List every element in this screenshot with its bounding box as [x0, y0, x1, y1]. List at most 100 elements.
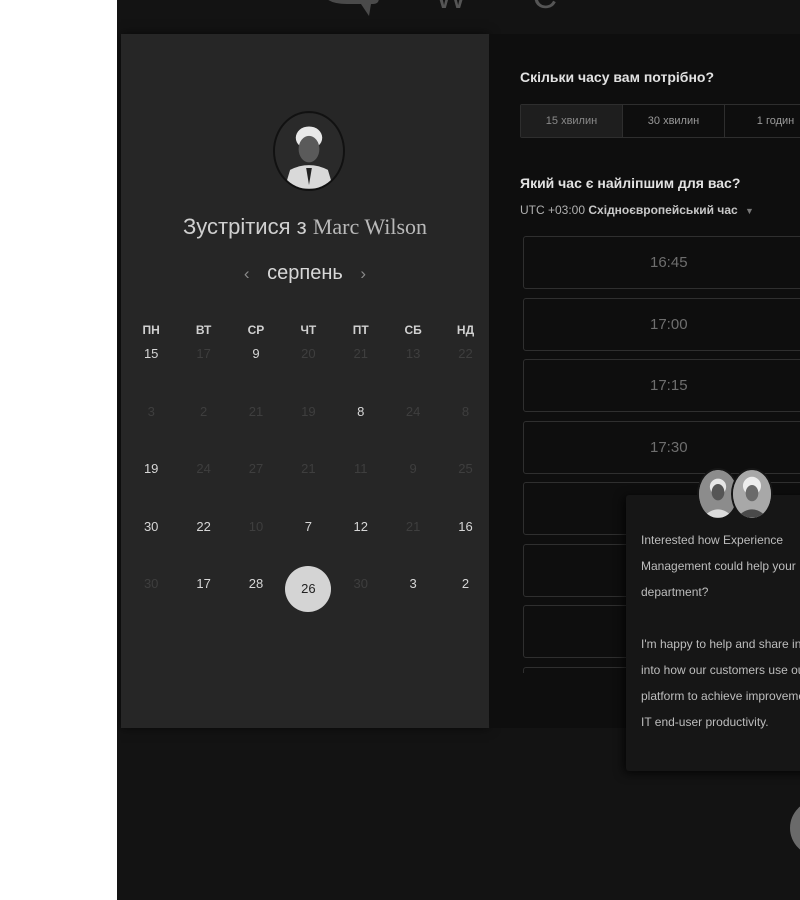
- calendar-day: 25: [439, 461, 491, 519]
- weekday-label: СБ: [404, 323, 422, 337]
- time-slot-button[interactable]: 17:30: [523, 420, 800, 474]
- calendar-day-number: 2: [199, 403, 208, 419]
- chat-message-body: Interested how Experience Management cou…: [641, 527, 800, 761]
- calendar-day: 19: [282, 404, 334, 462]
- duration-option[interactable]: 15 хвилин: [521, 105, 623, 137]
- chevron-right-icon[interactable]: ›: [360, 264, 366, 283]
- timezone-selector[interactable]: UTC +03:00 Східноєвропейський час ▼: [520, 203, 754, 217]
- host-name: Marc Wilson: [312, 214, 428, 239]
- calendar-day-number: 21: [248, 403, 264, 419]
- calendar-day-number: 26: [285, 566, 332, 612]
- time-slot-label: 17:30: [650, 438, 688, 456]
- chat-message: I'm happy to help and share insight into…: [641, 637, 800, 729]
- duration-selector: 15 хвилин 30 хвилин 1 годин: [520, 104, 800, 138]
- calendar-day: 21: [387, 519, 439, 577]
- calendar-day-number: 10: [248, 518, 264, 534]
- calendar-day[interactable]: 15: [125, 346, 177, 404]
- calendar-day: 24: [177, 461, 229, 519]
- time-slot-label: 16:45: [650, 254, 688, 271]
- weekday-label: НД: [456, 323, 475, 337]
- calendar-day-number: 24: [405, 403, 421, 419]
- chat-popup[interactable]: Interested how Experience Management cou…: [626, 495, 800, 771]
- time-slot-button[interactable]: 17:00: [523, 297, 800, 351]
- calendar-day[interactable]: 9: [230, 346, 282, 404]
- host-avatar: [273, 111, 345, 191]
- calendar-day-number: 8: [461, 403, 470, 419]
- calendar-day-number: 19: [301, 403, 316, 419]
- calendar-day-number: 19: [143, 461, 159, 476]
- calendar-day: 20: [282, 346, 334, 404]
- weekday-label: ВТ: [195, 323, 212, 337]
- calendar-day[interactable]: 16: [439, 519, 491, 577]
- calendar-day-number: 22: [458, 346, 473, 361]
- calendar-day-number: 30: [353, 576, 368, 591]
- weekday-label: ЧТ: [300, 323, 317, 337]
- calendar-day-number: 28: [248, 576, 264, 591]
- caret-down-icon: ▼: [745, 206, 754, 216]
- calendar-day-number: 21: [405, 518, 421, 534]
- weekday-header: ПН ВТ СР ЧТ ПТ СБ НД: [125, 323, 485, 337]
- chat-launcher-icon[interactable]: [790, 800, 800, 856]
- calendar-day-number: 3: [409, 576, 417, 591]
- calendar-day-number: 11: [354, 461, 368, 476]
- calendar-day[interactable]: 12: [335, 519, 387, 577]
- calendar-day-number: 27: [248, 461, 264, 476]
- weekday-label: СР: [247, 323, 265, 337]
- calendar-day: 10: [230, 519, 282, 577]
- calendar-day[interactable]: 8: [335, 404, 387, 462]
- calendar-day[interactable]: 19: [125, 461, 177, 519]
- calendar-day[interactable]: 22: [177, 519, 229, 577]
- calendar-day-number: 13: [405, 346, 421, 361]
- calendar-day: 21: [282, 461, 334, 519]
- calendar-day-number: 17: [196, 346, 211, 361]
- calendar-day-number: 9: [252, 346, 260, 361]
- calendar-day: 30: [335, 576, 387, 634]
- calendar-day: 17: [177, 346, 229, 404]
- calendar-day: 27: [230, 461, 282, 519]
- calendar-day-number: 7: [304, 518, 312, 534]
- calendar-day-number: 12: [353, 518, 368, 534]
- time-question: Який час є найліпшим для вас?: [520, 175, 741, 191]
- calendar-day[interactable]: 2: [439, 576, 491, 634]
- duration-option[interactable]: 1 годин: [725, 105, 800, 137]
- weekday-label: ПН: [142, 323, 160, 337]
- time-slot-label: 17:15: [650, 377, 688, 394]
- calendar-day-number: 15: [143, 346, 159, 361]
- time-slot-button[interactable]: 16:45: [523, 236, 800, 289]
- calendar-day[interactable]: 17: [177, 576, 229, 634]
- calendar-day-number: 3: [147, 403, 155, 419]
- calendar-day[interactable]: 30: [125, 519, 177, 577]
- calendar-day: 11: [335, 461, 387, 519]
- calendar-day: 22: [439, 346, 491, 404]
- timezone-offset: UTC +03:00: [520, 203, 586, 217]
- timezone-name: Східноєвропейський час: [588, 203, 738, 217]
- calendar-day-selected[interactable]: 26: [282, 566, 334, 634]
- calendar-day[interactable]: 3: [387, 576, 439, 634]
- calendar-day-number: 21: [353, 346, 368, 361]
- month-navigation: ‹ серпень ›: [121, 262, 489, 285]
- calendar-day: 3: [125, 404, 177, 462]
- calendar-day: 2: [177, 404, 229, 462]
- calendar-day-number: 16: [458, 518, 473, 534]
- brand-logo-text: W C: [435, 0, 585, 17]
- calendar-day-number: 8: [357, 403, 365, 419]
- calendar-card: Зустрітися з Marc Wilson ‹ серпень › ПН …: [121, 34, 489, 728]
- chat-bubble-logo-icon: [317, 0, 387, 18]
- chevron-left-icon[interactable]: ‹: [244, 264, 250, 283]
- calendar-day: 21: [230, 404, 282, 462]
- calendar-day-number: 25: [458, 461, 473, 476]
- meeting-title-prefix: Зустрітися з: [182, 214, 307, 239]
- meeting-title: Зустрітися з Marc Wilson: [121, 214, 489, 240]
- scheduler-app: W C Зустрітися з Marc Wilson ‹ серпень ›…: [117, 0, 800, 900]
- calendar-day-number: 22: [196, 518, 211, 534]
- calendar-day: 24: [387, 404, 439, 462]
- time-slot-label: 17:00: [650, 315, 688, 333]
- calendar-day[interactable]: 28: [230, 576, 282, 634]
- calendar-day-number: 30: [143, 576, 159, 591]
- time-slot-button[interactable]: 17:15: [523, 359, 800, 412]
- chat-message: Interested how Experience Management cou…: [641, 533, 800, 599]
- calendar-day-number: 2: [461, 576, 470, 591]
- calendar-day-number: 9: [409, 461, 417, 476]
- month-label: серпень: [267, 262, 343, 284]
- duration-option[interactable]: 30 хвилин: [623, 105, 725, 137]
